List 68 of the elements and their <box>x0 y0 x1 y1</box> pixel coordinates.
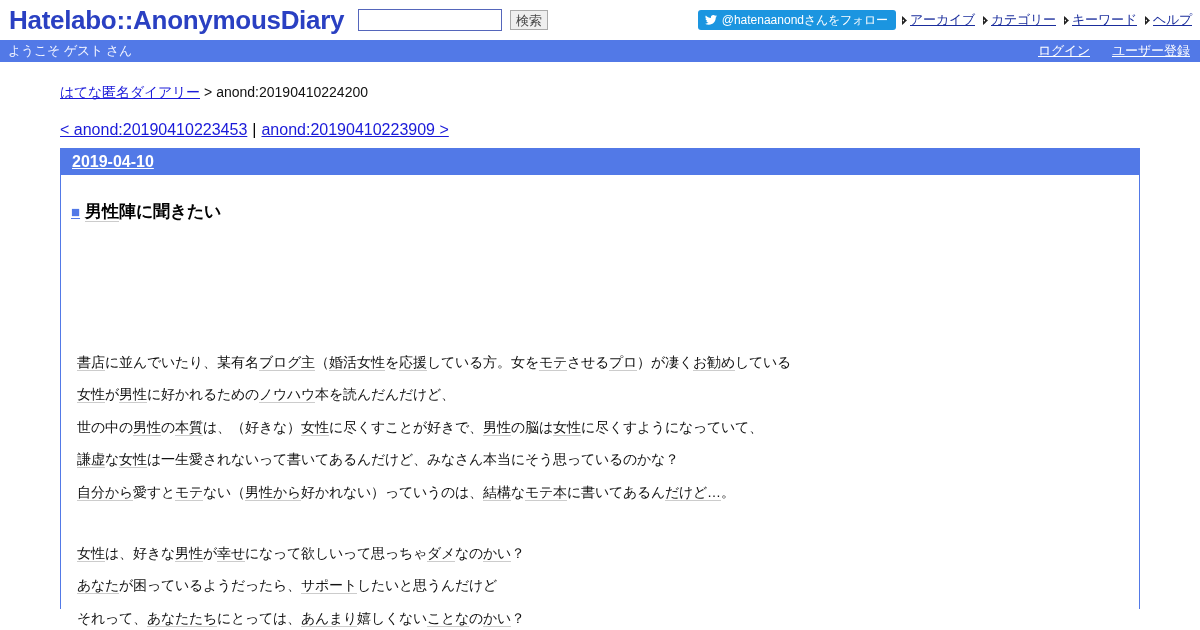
nav-link[interactable]: ヘルプ <box>1153 11 1192 29</box>
keyword-link[interactable]: サポート <box>301 577 357 595</box>
welcome-text: ようこそ ゲスト さん <box>8 42 133 60</box>
keyword-link[interactable]: 謙虚 <box>77 451 105 469</box>
keyword-link[interactable]: あんまり <box>301 609 357 627</box>
keyword-link[interactable]: ブログ主 <box>259 354 315 371</box>
keyword-link[interactable]: 婚活 <box>329 354 357 371</box>
arrow-icon <box>983 15 989 25</box>
keyword-link[interactable]: 幸せ <box>217 545 245 563</box>
keyword-link[interactable]: 女性 <box>77 545 105 563</box>
keyword-link[interactable]: モテ本 <box>525 483 567 501</box>
keyword-link[interactable]: だけど… <box>665 483 721 501</box>
breadcrumb-link[interactable]: はてな匿名ダイアリー <box>60 83 200 101</box>
body-text: あなたが困っているようだったら、サポート したいと思うんだけど <box>77 576 498 597</box>
site-logo[interactable]: Hatelabo::AnonymousDiary <box>9 4 345 36</box>
keyword-link[interactable]: モテ <box>175 483 203 501</box>
body-text: それって、あなたたち にとっては、あんまり嬉しくない ことなのかい？ <box>77 608 526 629</box>
keyword-link[interactable]: 結構 <box>483 483 511 501</box>
body-text: 謙虚な女性は一生愛されないって書いてあるんだけど、みなさん本当にそう思っているのかな？ <box>77 450 680 471</box>
body-text: 書店に並んでいたり、某有名 ブログ主（婚活女性を応援 している方。女をモテ させる プロ）が凄く お勧め している <box>77 353 792 373</box>
entry-title: 男性陣に聞きたい <box>85 202 222 222</box>
keyword-link[interactable]: かい <box>483 545 511 563</box>
date-link[interactable]: 2019-04-10 <box>72 153 154 171</box>
arrow-icon <box>902 15 908 25</box>
keyword-link[interactable]: ことな <box>427 609 469 627</box>
keyword-link[interactable]: 男性 <box>133 418 161 436</box>
breadcrumb-separator: > <box>204 83 213 101</box>
keyword-link[interactable]: かい <box>483 609 511 627</box>
keyword-link[interactable]: 応援 <box>399 354 427 371</box>
keyword-link[interactable]: 自分から <box>77 483 133 501</box>
keyword-link[interactable]: 男性 <box>175 545 203 563</box>
arrow-icon <box>1145 15 1151 25</box>
body-text: 女性は、好きな男性が幸せになって欲しいって思っちゃ ダメ なのかい？ <box>77 544 526 565</box>
keyword-link[interactable]: 女性 <box>301 418 329 436</box>
permalink-mark[interactable]: ■ <box>71 202 81 222</box>
keyword-link[interactable]: 女性 <box>553 418 581 436</box>
arrow-icon <box>1064 15 1070 25</box>
keyword-link[interactable]: 男性 <box>119 386 147 404</box>
keyword-link[interactable]: 女性 <box>119 451 147 469</box>
keyword-link[interactable]: 書店 <box>77 354 105 371</box>
keyword-link[interactable]: 本質 <box>175 418 203 436</box>
keyword-link[interactable]: あなた <box>77 577 119 595</box>
keyword-link[interactable]: お勧め <box>693 354 735 371</box>
breadcrumb-current: anond:20190410224200 <box>216 83 368 101</box>
user-link[interactable]: ログイン <box>1038 43 1090 58</box>
keyword-link[interactable]: あなたたち <box>147 609 217 627</box>
search-button[interactable]: 検索 <box>510 10 549 30</box>
body-text: 女性が男性に好かれるためのノウハウ本を読んだんだけど、 <box>77 385 456 406</box>
keyword-link[interactable]: プロ <box>609 354 637 371</box>
keyword-link[interactable]: 女性 <box>77 386 105 404</box>
body-text: 世の中の男性の本質は、（好きな）女性に尽くすことが好きで、男性の脳は女性に尽くすようになっていて、 <box>77 417 764 438</box>
nav-link[interactable]: アーカイブ <box>910 11 975 29</box>
nav-link[interactable]: キーワード <box>1072 11 1137 29</box>
bird-icon <box>704 15 717 25</box>
user-link[interactable]: ユーザー登録 <box>1112 43 1190 58</box>
body-text: 自分から愛すと モテない（男性から好かれない）っていうのは、結構なモテ本に書いてあるんだけど…。 <box>77 482 736 503</box>
keyword-link[interactable]: 男性から <box>245 483 301 501</box>
keyword-link[interactable]: ノウハウ <box>259 386 315 404</box>
keyword-link[interactable]: 男性 <box>483 418 511 436</box>
nav-link[interactable]: カテゴリー <box>991 11 1056 29</box>
keyword-link[interactable]: モテ <box>539 354 567 371</box>
pager-separator: | <box>252 120 257 140</box>
prev-link[interactable]: < anond:20190410223453 <box>60 120 248 140</box>
search-field[interactable] <box>358 9 503 31</box>
keyword-link[interactable]: ダメ <box>427 545 455 563</box>
next-link[interactable]: anond:20190410223909 > <box>261 120 449 140</box>
keyword-link[interactable]: 男性 <box>85 202 120 222</box>
keyword-link[interactable]: 女性 <box>357 354 385 371</box>
